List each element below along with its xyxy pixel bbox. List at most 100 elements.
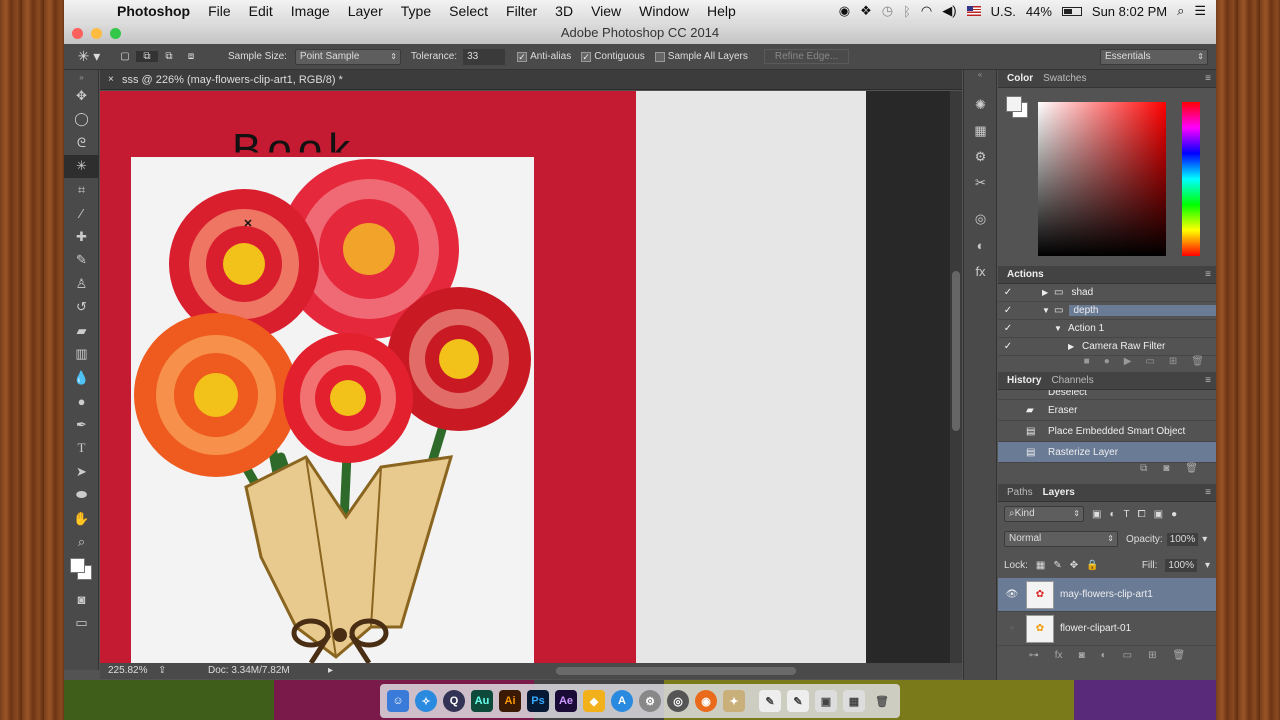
screenshot-dock-icon[interactable]: ▣ [815,690,837,712]
eraser-tool-icon[interactable]: ▰ [64,319,99,343]
new-group-icon[interactable]: ▭ [1123,650,1132,661]
filter-adjustment-icon[interactable]: ◐ [1109,509,1115,520]
action-set-depth[interactable]: ✓ ▼ ▭ depth [998,302,1216,320]
new-set-icon[interactable]: ▭ [1145,356,1154,372]
preview-dock-icon[interactable]: ▦ [843,690,865,712]
filter-type-icon[interactable]: T [1124,509,1130,520]
spotlight-search-icon[interactable]: ⌕ [1177,3,1184,19]
hue-slider[interactable] [1182,102,1200,256]
app-store-dock-icon[interactable]: A [611,690,633,712]
layer-filter-select[interactable]: ⌕Kind [1004,506,1084,522]
blend-mode-select[interactable]: Normal [1004,531,1118,547]
lock-transparency-icon[interactable]: ▦ [1036,560,1045,571]
lock-all-icon[interactable]: 🔒 [1086,560,1098,571]
foreground-color-swatch[interactable] [1006,96,1022,112]
color-picker-field[interactable] [1038,102,1166,256]
panel-menu-icon[interactable]: ≡ [1200,487,1216,498]
notification-center-icon[interactable]: ☰ [1194,3,1206,19]
battery-icon[interactable] [1061,6,1082,16]
audition-dock-icon[interactable]: Au [471,690,493,712]
play-icon[interactable]: ▶ [1124,356,1132,372]
dodge-tool-icon[interactable]: ● [64,390,99,414]
horizontal-scrollbar[interactable] [556,667,796,675]
history-brush-tool-icon[interactable]: ↺ [64,296,99,320]
pen-tool-icon[interactable]: ✒ [64,413,99,437]
delete-action-icon[interactable]: 🗑 [1191,356,1204,372]
tab-actions[interactable]: Actions [1002,269,1049,280]
history-eraser[interactable]: ▰ Eraser [998,400,1216,421]
subtract-selection-icon[interactable]: ⧉ [158,51,180,62]
filter-smart-object-icon[interactable]: ▣ [1154,509,1163,520]
menu-filter[interactable]: Filter [497,3,546,19]
vertical-scrollbar[interactable] [950,91,962,663]
sample-size-select[interactable]: Point Sample [294,48,401,65]
finder-dock-icon[interactable]: ☺ [387,690,409,712]
new-action-icon[interactable]: ⊞ [1169,356,1177,372]
after-effects-dock-icon[interactable]: Ae [555,690,577,712]
menu-type[interactable]: Type [392,3,440,19]
filter-pixel-icon[interactable]: ▣ [1092,509,1101,520]
sample-all-layers-checkbox[interactable] [654,51,665,62]
utility-dock-icon[interactable]: ✦ [723,690,745,712]
menu-app-photoshop[interactable]: Photoshop [108,3,199,19]
path-selection-tool-icon[interactable]: ➤ [64,460,99,484]
quicktime-dock-icon[interactable]: Q [443,690,465,712]
layer-style-icon[interactable]: fx [1055,650,1063,661]
sketch-dock-icon[interactable]: ◆ [583,690,605,712]
add-selection-icon[interactable]: ⧉ [136,51,158,62]
history-place-smart-object[interactable]: ▤ Place Embedded Smart Object [998,421,1216,442]
menu-layer[interactable]: Layer [339,3,392,19]
script-editor-dock-icon[interactable]: ✎ [787,690,809,712]
action-item-action1[interactable]: ✓ ▼ Action 1 [998,320,1216,338]
new-layer-icon[interactable]: ⊞ [1148,650,1156,661]
clone-source-icon[interactable]: ⚙ [964,144,997,170]
crop-tool-icon[interactable]: ⌗ [64,178,99,202]
zoom-window-icon[interactable] [110,28,121,39]
dock-collapse-icon[interactable]: « [964,70,996,88]
action-step-camera-raw[interactable]: ✓ ▶ Camera Raw Filter [998,338,1216,356]
gradient-tool-icon[interactable]: ▥ [64,343,99,367]
menu-help[interactable]: Help [698,3,745,19]
new-selection-icon[interactable]: ▢ [114,51,136,62]
document-tab[interactable]: × sss @ 226% (may-flowers-clip-art1, RGB… [100,70,962,90]
minimize-window-icon[interactable] [91,28,102,39]
lock-position-icon[interactable]: ✥ [1070,560,1078,571]
quick-mask-icon[interactable]: ◙ [64,588,99,612]
delete-layer-icon[interactable]: 🗑 [1173,650,1186,661]
layer-row-flower-clipart[interactable]: ▫ ✿ flower-clipart-01 [998,612,1216,646]
input-source[interactable]: U.S. [991,4,1016,19]
clock[interactable]: Sun 8:02 PM [1092,4,1167,19]
close-window-icon[interactable] [72,28,83,39]
menu-edit[interactable]: Edit [240,3,282,19]
action-set-shad[interactable]: ✓ ▶ ▭ shad [998,284,1216,302]
menu-file[interactable]: File [199,3,240,19]
magic-wand-preset-icon[interactable]: ✳ ▾ [64,48,114,65]
time-machine-icon[interactable]: ◷ [882,3,893,19]
type-tool-icon[interactable]: T [64,437,99,461]
workspace-select[interactable]: Essentials [1100,48,1208,65]
swatches-icon[interactable]: ◎ [964,206,997,232]
tab-swatches[interactable]: Swatches [1038,73,1091,84]
tab-channels[interactable]: Channels [1046,375,1098,386]
antialias-checkbox[interactable]: ✓ [517,51,528,62]
lock-pixels-icon[interactable]: ✎ [1053,560,1061,571]
brush-settings-icon[interactable]: ✺ [964,92,997,118]
firefox-dock-icon[interactable]: ◉ [695,690,717,712]
lasso-tool-icon[interactable]: ᘓ [64,131,99,155]
panel-menu-icon[interactable]: ≡ [1200,375,1216,386]
marquee-tool-icon[interactable]: ◯ [64,108,99,132]
filter-shape-icon[interactable]: ⧠ [1138,509,1146,520]
new-document-from-state-icon[interactable]: ⧉ [1140,463,1147,477]
contiguous-checkbox[interactable]: ✓ [581,51,592,62]
styles-icon[interactable]: fx [964,258,997,284]
visibility-toggle[interactable]: ▫ [998,623,1026,634]
hand-tool-icon[interactable]: ✋ [64,507,99,531]
tab-layers[interactable]: Layers [1038,487,1080,498]
intersect-selection-icon[interactable]: ⧈ [180,51,202,62]
layer-row-may-flowers[interactable]: 👁 ✿ may-flowers-clip-art1 [998,578,1216,612]
visibility-eye-icon[interactable]: 👁 [998,589,1026,600]
color-swatches-icon[interactable] [64,554,99,588]
volume-icon[interactable]: ◀) [942,3,956,19]
move-tool-icon[interactable]: ✥ [64,84,99,108]
tab-paths[interactable]: Paths [1002,487,1038,498]
